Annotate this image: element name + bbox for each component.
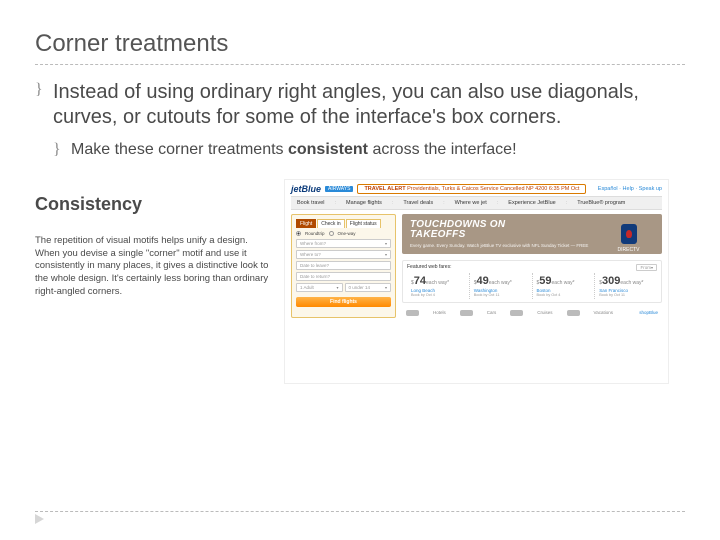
radio-oneway: One-way xyxy=(338,231,356,236)
alert-body: Providentials, Turks & Caicos Service Ca… xyxy=(407,186,579,192)
hero-banner: TOUCHDOWNS ON TAKEOFFS Every game. Every… xyxy=(402,214,662,254)
travel-alert: TRAVEL ALERT Providentials, Turks & Caic… xyxy=(357,184,586,194)
fares-label: Featured web fares: xyxy=(407,264,451,270)
adult-field: 1 Adult▾ xyxy=(296,283,343,292)
booktab-checkin: Check in xyxy=(317,219,344,228)
tab-experience: Experience JetBlue xyxy=(508,200,555,206)
leave-field: Date to leave? xyxy=(296,261,391,270)
vehicle-icon xyxy=(460,310,473,316)
chevron-down-icon: ▾ xyxy=(385,241,387,246)
triangle-icon xyxy=(35,514,44,524)
sub-bullet-bold: consistent xyxy=(288,141,368,158)
jetblue-screenshot: jetBlue AIRWAYS TRAVEL ALERT Providentia… xyxy=(284,179,669,384)
return-field: Date to return? xyxy=(296,272,391,281)
consistency-paragraph: The repetition of visual motifs helps un… xyxy=(35,235,270,299)
vehicle-icon xyxy=(510,310,523,316)
radio-roundtrip: Roundtrip xyxy=(305,231,325,236)
tab-trueblue: TrueBlue® program xyxy=(577,200,625,206)
nav-tabs: Book travel: Manage flights: Travel deal… xyxy=(291,196,662,210)
booking-panel: Flight Check in Flight status Roundtrip … xyxy=(291,214,396,318)
chevron-down-icon: ▾ xyxy=(385,252,387,257)
radio-icon xyxy=(329,231,334,236)
sub-bullet-text: Make these corner treatments consistent … xyxy=(71,140,517,161)
fare-cell: $309each way* San Francisco Book by Oct … xyxy=(594,273,657,299)
fare-cell: $49each way* Washington Book by Oct 11 xyxy=(469,273,532,299)
to-field: Where to?▾ xyxy=(296,250,391,259)
tab-manage: Manage flights xyxy=(346,200,382,206)
page-title: Corner treatments xyxy=(35,30,685,65)
radio-icon xyxy=(296,231,301,236)
main-bullet-text: Instead of using ordinary right angles, … xyxy=(53,80,685,130)
tab-where: Where we jet xyxy=(455,200,487,206)
find-flights-button: Find flights xyxy=(296,297,391,307)
chevron-down-icon: ▾ xyxy=(336,285,338,290)
jetblue-logo: jetBlue xyxy=(291,184,321,194)
bullet-glyph-icon: } xyxy=(35,80,53,101)
fare-cell: $59each way* Boston Book by Oct 4 xyxy=(532,273,595,299)
booktab-status: Flight status xyxy=(346,219,381,228)
fares-panel: Featured web fares: From ▾ $74each way* … xyxy=(402,260,662,303)
top-links: Español · Help · Speak up xyxy=(598,186,662,192)
fares-from: From ▾ xyxy=(636,264,657,271)
divider xyxy=(35,511,685,512)
main-bullet: } Instead of using ordinary right angles… xyxy=(35,80,685,130)
sub-bullet-pre: Make these corner treatments xyxy=(71,141,288,158)
tab-deals: Travel deals xyxy=(403,200,433,206)
kids-field: 0 under 14▾ xyxy=(345,283,392,292)
footer-links: Hotels Cars Cruises Vacations shopBlue xyxy=(402,308,662,318)
nfl-shield-icon xyxy=(621,224,637,244)
vehicle-icon xyxy=(567,310,580,316)
chevron-down-icon: ▾ xyxy=(651,265,653,270)
fare-cell: $74each way* Long Beach Book by Oct 4 xyxy=(407,273,469,299)
bullet-glyph-icon: } xyxy=(53,140,71,161)
directv-logo: DIRECTV xyxy=(601,247,656,253)
from-field: Where from?▾ xyxy=(296,239,391,248)
sub-bullet: } Make these corner treatments consisten… xyxy=(53,140,685,161)
sub-bullet-post: across the interface! xyxy=(368,141,517,158)
consistency-heading: Consistency xyxy=(35,194,270,215)
chevron-down-icon: ▾ xyxy=(385,285,387,290)
alert-label: TRAVEL ALERT xyxy=(364,186,405,192)
vehicle-icon xyxy=(406,310,419,316)
booktab-flight: Flight xyxy=(296,219,316,228)
logo-badge: AIRWAYS xyxy=(325,186,353,192)
tab-book: Book travel xyxy=(297,200,325,206)
